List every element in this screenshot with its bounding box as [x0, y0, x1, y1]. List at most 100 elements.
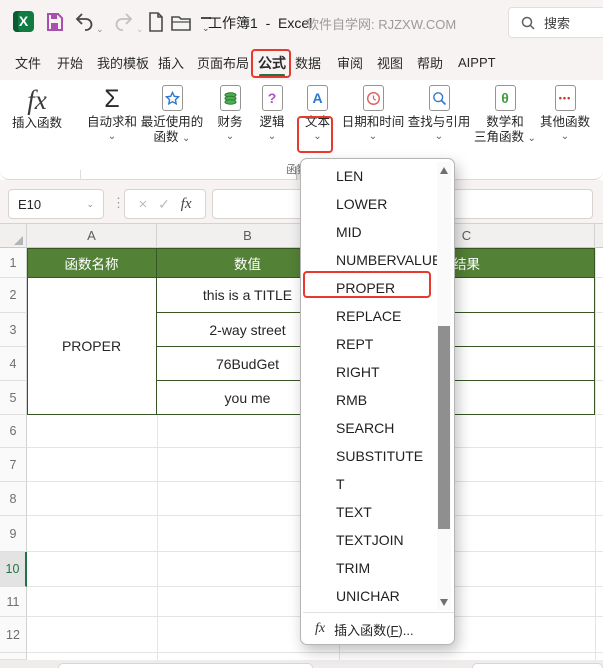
- chevron-down-icon: ⌄: [560, 131, 570, 142]
- dropdown-item-trim[interactable]: TRIM: [302, 554, 436, 582]
- tab-file[interactable]: 文件: [15, 45, 41, 80]
- search-icon: [521, 16, 535, 30]
- gridline: [595, 248, 596, 660]
- tab-data[interactable]: 数据: [295, 45, 321, 80]
- scroll-down-icon[interactable]: [440, 599, 448, 606]
- formula-controls: × ✓ fx: [124, 189, 206, 219]
- new-file-icon[interactable]: [147, 11, 165, 33]
- row-header-2[interactable]: 2: [0, 278, 27, 313]
- search-box[interactable]: 搜索: [508, 7, 603, 38]
- date-time-button[interactable]: 日期和时间 ⌄: [334, 85, 412, 157]
- row-header-12[interactable]: 12: [0, 617, 27, 653]
- financial-button[interactable]: 财务 ⌄: [208, 85, 252, 157]
- row-header-4[interactable]: 4: [0, 347, 27, 381]
- insert-function-menu-item[interactable]: fx 插入函数(F)...: [302, 615, 455, 643]
- dropdown-item-search[interactable]: SEARCH: [302, 414, 436, 442]
- lookup-reference-button[interactable]: 查找与引用 ⌄: [403, 85, 475, 157]
- undo-chevron-icon[interactable]: ⌄: [96, 19, 104, 39]
- scroll-up-icon[interactable]: [440, 167, 448, 174]
- column-header-a[interactable]: A: [27, 224, 157, 248]
- insert-function-button[interactable]: fx 插入函数: [4, 85, 70, 157]
- select-all-corner[interactable]: [0, 224, 27, 248]
- tab-insert[interactable]: 插入: [158, 45, 184, 80]
- tab-page-layout[interactable]: 页面布局: [197, 45, 249, 80]
- dropdown-item-textjoin[interactable]: TEXTJOIN: [302, 526, 436, 554]
- dropdown-item-right[interactable]: RIGHT: [302, 358, 436, 386]
- row-header-5[interactable]: 5: [0, 381, 27, 415]
- redo-chevron-icon: ⌄: [136, 24, 144, 34]
- logical-button[interactable]: ? 逻辑 ⌄: [252, 85, 292, 157]
- open-folder-icon[interactable]: [170, 13, 194, 33]
- row-header-7[interactable]: 7: [0, 448, 27, 482]
- sheet-tab-hint: [58, 663, 313, 668]
- gridline: [595, 347, 603, 381]
- tab-my-templates[interactable]: 我的模板: [97, 45, 149, 80]
- recent-functions-button[interactable]: 最近使用的 函数 ⌄: [137, 85, 207, 157]
- chevron-down-icon: ⌄: [267, 131, 277, 142]
- row-header-9[interactable]: 9: [0, 516, 27, 552]
- dropdown-item-numbervalue[interactable]: NUMBERVALUE: [302, 246, 441, 274]
- text-icon: A: [307, 85, 328, 111]
- sigma-icon: Σ: [104, 85, 120, 113]
- cell-a2-a5-merged[interactable]: PROPER: [27, 278, 157, 415]
- ribbon-tabs: 文件 开始 我的模板 插入 页面布局 公式 数据 审阅 视图 帮助 AIPPT: [0, 45, 603, 80]
- dropdown-item-t[interactable]: T: [302, 470, 436, 498]
- fx-icon: fx: [27, 85, 47, 115]
- save-icon[interactable]: [45, 11, 65, 33]
- enter-icon: ✓: [158, 195, 170, 212]
- cell-a1[interactable]: 函数名称: [27, 248, 157, 278]
- dropdown-item-proper[interactable]: PROPER: [302, 274, 436, 302]
- clock-icon: [362, 85, 384, 111]
- recent-functions-icon: [161, 85, 183, 111]
- dropdown-item-text[interactable]: TEXT: [302, 498, 436, 526]
- gridline: [595, 248, 603, 278]
- math-trig-button[interactable]: θ 数学和 三角函数 ⌄: [473, 85, 537, 157]
- row-header-8[interactable]: 8: [0, 482, 27, 516]
- text-functions-button[interactable]: A 文本 ⌄: [296, 85, 339, 157]
- undo-icon[interactable]: [74, 12, 94, 32]
- hscrollbar-hint[interactable]: [472, 663, 603, 668]
- tab-help[interactable]: 帮助: [417, 45, 443, 80]
- dropdown-item-substitute[interactable]: SUBSTITUTE: [302, 442, 436, 470]
- document-title: 工作簿1 - Excel: [208, 15, 313, 31]
- dropdown-scrollbar[interactable]: [437, 162, 451, 610]
- tab-view[interactable]: 视图: [377, 45, 403, 80]
- more-functions-button[interactable]: ••• 其他函数 ⌄: [533, 85, 597, 157]
- name-box[interactable]: E10 ⌄: [8, 189, 104, 219]
- row-header-3[interactable]: 3: [0, 313, 27, 347]
- row-header-13[interactable]: [0, 653, 27, 660]
- dropdown-item-lower[interactable]: LOWER: [302, 190, 436, 218]
- fx-icon[interactable]: fx: [181, 196, 192, 213]
- gridline: [595, 278, 603, 313]
- cancel-icon: ×: [138, 195, 148, 213]
- row-header-11[interactable]: 11: [0, 587, 27, 617]
- gridline: [595, 313, 603, 347]
- text-functions-dropdown: LEN LOWER MID NUMBERVALUE PROPER REPLACE…: [300, 158, 455, 645]
- financial-icon: [219, 85, 241, 111]
- tab-home[interactable]: 开始: [57, 45, 83, 80]
- scrollbar-thumb[interactable]: [438, 326, 450, 529]
- sheet-bottom-bar: [0, 660, 603, 668]
- dropdown-separator: [303, 612, 454, 613]
- tab-review[interactable]: 审阅: [337, 45, 363, 80]
- chevron-down-icon[interactable]: ⌄: [86, 199, 94, 210]
- dropdown-item-unichar[interactable]: UNICHAR: [302, 582, 436, 610]
- row-header-6[interactable]: 6: [0, 415, 27, 448]
- row-header-1[interactable]: 1: [0, 248, 27, 278]
- chevron-down-icon: ⌄: [182, 133, 191, 144]
- chevron-down-icon: ⌄: [107, 131, 117, 142]
- autosum-button[interactable]: Σ 自动求和 ⌄: [82, 85, 142, 157]
- tab-aippt[interactable]: AIPPT: [458, 45, 496, 80]
- dropdown-item-rept[interactable]: REPT: [302, 330, 436, 358]
- dropdown-item-len[interactable]: LEN: [302, 162, 436, 190]
- dropdown-item-rmb[interactable]: RMB: [302, 386, 436, 414]
- excel-logo-icon: X: [13, 11, 34, 32]
- row-header-10-active[interactable]: 10: [0, 552, 27, 587]
- dropdown-item-mid[interactable]: MID: [302, 218, 436, 246]
- chevron-down-icon: ⌄: [434, 131, 444, 142]
- chevron-down-icon: ⌄: [368, 131, 378, 142]
- excel-window: X ⌄ ⌄ ⌄ 工作簿1 - Excel 软件自学网: RJZXW.COM 搜索…: [0, 0, 603, 668]
- site-watermark: 软件自学网: RJZXW.COM: [306, 17, 457, 32]
- ellipsis-icon: •••: [554, 85, 576, 111]
- dropdown-item-replace[interactable]: REPLACE: [302, 302, 436, 330]
